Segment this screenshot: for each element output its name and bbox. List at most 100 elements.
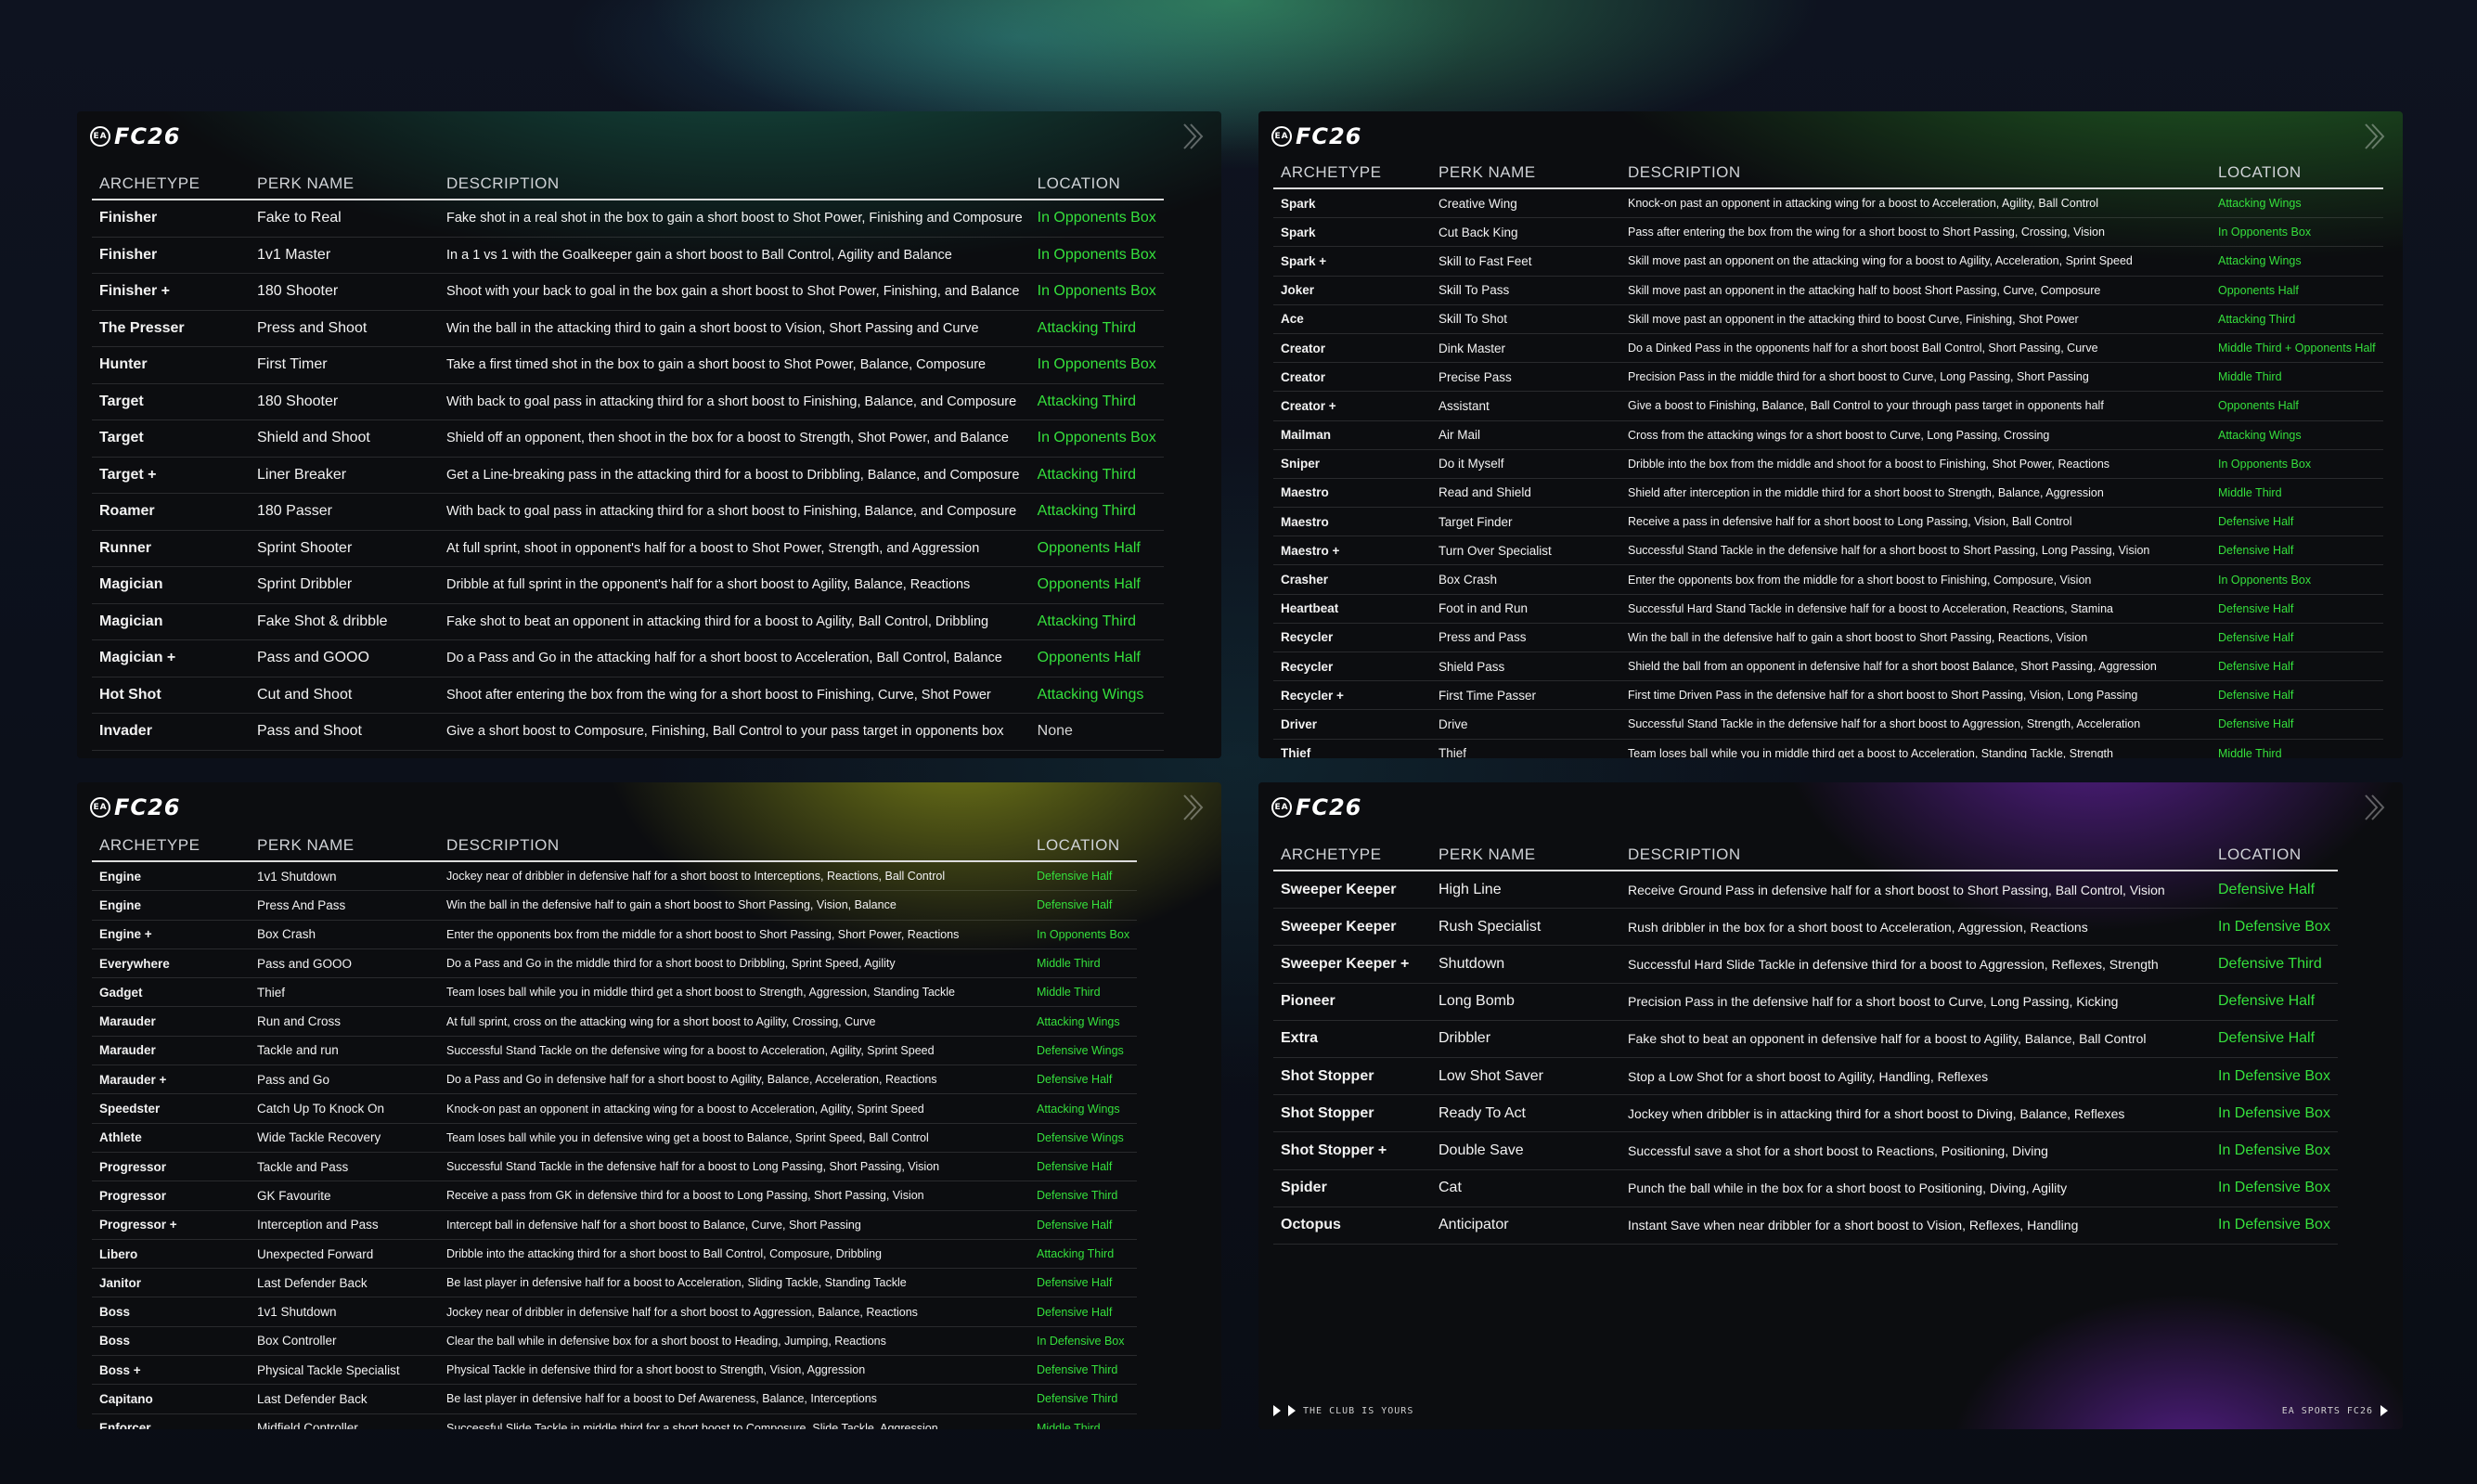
table-row: Ace Skill To Shot Skill move past an oppon… xyxy=(1273,304,2383,334)
table-header: ARCHETYPE PERK NAME DESCRIPTION LOCATION xyxy=(92,836,1138,862)
description-cell: Successful save a shot for a short boost… xyxy=(1620,1131,2211,1170)
archetype-cell: Target xyxy=(92,383,250,420)
archetype-cell: Maestro xyxy=(1273,507,1431,537)
archetype-cell: Progressor xyxy=(92,1152,250,1182)
perk-name-cell: Assistant xyxy=(1431,391,1620,421)
location-cell: Opponents Half xyxy=(2211,391,2383,421)
ea-badge-icon: EA xyxy=(90,126,110,147)
location-cell: Attacking Third xyxy=(1029,603,1164,640)
archetype-cell: Spark + xyxy=(1273,246,1431,277)
location-cell: Defensive Half xyxy=(1029,1152,1138,1182)
perk-name-cell: Sprint Shooter xyxy=(250,530,439,567)
archetype-cell: Spark xyxy=(1273,217,1431,248)
table-row: Maestro Target Finder Receive a pass in de… xyxy=(1273,507,2383,537)
description-cell: Receive a pass in defensive half for a s… xyxy=(1620,507,2211,537)
archetype-cell: Crasher xyxy=(1273,564,1431,595)
table-row: Athlete Wide Tackle Recovery Team loses ba… xyxy=(92,1123,1138,1153)
archetype-cell: Gadget xyxy=(92,977,250,1008)
table-row: Octopus Anticipator Instant Save when near… xyxy=(1273,1207,2338,1245)
description-cell: Knock-on past an opponent in attacking w… xyxy=(439,1093,1029,1124)
header-archetype: ARCHETYPE xyxy=(1273,845,1431,871)
description-cell: Team loses ball while you in middle thir… xyxy=(1620,739,2211,758)
location-cell: Defensive Half xyxy=(2211,594,2383,624)
table-row: Invader Pass and Shoot Give a short boost … xyxy=(92,713,1164,751)
archetype-cell: Athlete xyxy=(92,1123,250,1153)
perk-table: ARCHETYPE PERK NAME DESCRIPTION LOCATION… xyxy=(1273,845,2338,1245)
archetype-cell: Enforcer xyxy=(92,1413,250,1429)
archetype-cell: Roamer xyxy=(92,493,250,531)
description-cell: Receive a pass from GK in defensive thir… xyxy=(439,1181,1029,1211)
archetype-cell: The Presser xyxy=(92,310,250,347)
location-cell: In Defensive Box xyxy=(2211,1057,2338,1096)
archetype-cell: Extra xyxy=(1273,1020,1431,1058)
table-row: Sniper Do it Myself Dribble into the box f… xyxy=(1273,449,2383,479)
perk-name-cell: Cut and Shoot xyxy=(250,677,439,714)
logo-text: FC26 xyxy=(1296,123,1362,149)
location-cell: Attacking Wings xyxy=(2211,420,2383,450)
description-cell: Give a boost to Finishing, Balance, Ball… xyxy=(1620,391,2211,421)
panel-goalkeepers: EA FC26 ARCHETYPE PERK NAME DESCRIPTION … xyxy=(1258,782,2403,1429)
description-cell: Successful Hard Slide Tackle in defensiv… xyxy=(1620,945,2211,984)
logo-text: FC26 xyxy=(1296,794,1362,820)
location-cell: Defensive Half xyxy=(1029,1268,1138,1298)
location-cell: In Opponents Box xyxy=(1029,346,1164,384)
header-perk-name: PERK NAME xyxy=(250,836,439,862)
description-cell: Win the ball in the defensive half to ga… xyxy=(439,890,1029,921)
location-cell: Defensive Wings xyxy=(1029,1123,1138,1153)
perk-name-cell: Last Defender Back xyxy=(250,1268,439,1298)
panel-attackers: EA FC26 ARCHETYPE PERK NAME DESCRIPTION … xyxy=(77,111,1221,758)
description-cell: Get a Line-breaking pass in the attackin… xyxy=(439,457,1030,494)
table-row: Capitano Last Defender Back Be last player… xyxy=(92,1384,1138,1414)
location-cell: Defensive Half xyxy=(2211,983,2338,1021)
location-cell: Defensive Half xyxy=(1029,1210,1138,1240)
description-cell: Rush dribbler in the box for a short boo… xyxy=(1620,908,2211,947)
archetype-cell: Creator + xyxy=(1273,391,1431,421)
description-cell: Cross from the attacking wings for a sho… xyxy=(1620,420,2211,450)
table-row: Libero Unexpected Forward Dribble into the… xyxy=(92,1239,1138,1270)
archetype-cell: Speedster xyxy=(92,1093,250,1124)
header-archetype: ARCHETYPE xyxy=(92,174,250,200)
perk-name-cell: 180 Shooter xyxy=(250,273,439,311)
table-row: Enforcer Midfield Controller Successful Sl… xyxy=(92,1413,1138,1429)
archetype-cell: Everywhere xyxy=(92,948,250,979)
table-row: Target + Liner Breaker Get a Line-breaking… xyxy=(92,457,1164,494)
perk-name-cell: Precise Pass xyxy=(1431,362,1620,393)
perk-name-cell: Last Defender Back xyxy=(250,1384,439,1414)
table-row: Janitor Last Defender Back Be last player … xyxy=(92,1268,1138,1298)
description-cell: Dribble into the box from the middle and… xyxy=(1620,449,2211,479)
location-cell: Attacking Wings xyxy=(2211,246,2383,277)
description-cell: Precision Pass in the defensive half for… xyxy=(1620,983,2211,1021)
location-cell: Middle Third xyxy=(1029,1413,1138,1429)
table-row: Speedster Catch Up To Knock On Knock-on pa… xyxy=(92,1093,1138,1124)
header-description: DESCRIPTION xyxy=(1620,845,2211,871)
table-row: Engine 1v1 Shutdown Jockey near of dribble… xyxy=(92,861,1138,892)
description-cell: Successful Stand Tackle in the defensive… xyxy=(439,1152,1029,1182)
table-header: ARCHETYPE PERK NAME DESCRIPTION LOCATION xyxy=(1273,163,2383,189)
location-cell: Attacking Wings xyxy=(1029,677,1164,714)
table-row: Shot Stopper Ready To Act Jockey when drib… xyxy=(1273,1094,2338,1133)
perk-name-cell: 1v1 Shutdown xyxy=(250,1297,439,1327)
table-header: ARCHETYPE PERK NAME DESCRIPTION LOCATION xyxy=(1273,845,2338,871)
perk-name-cell: High Line xyxy=(1431,871,1620,910)
perk-table: ARCHETYPE PERK NAME DESCRIPTION LOCATION… xyxy=(92,836,1138,1429)
panel-midfielders: EA FC26 ARCHETYPE PERK NAME DESCRIPTION … xyxy=(1258,111,2403,758)
location-cell: Defensive Half xyxy=(2211,680,2383,711)
description-cell: Jockey when dribbler is in attacking thi… xyxy=(1620,1094,2211,1133)
footer-right-text: EA SPORTS FC26 xyxy=(2281,1405,2373,1416)
location-cell: Defensive Half xyxy=(2211,507,2383,537)
location-cell: Defensive Third xyxy=(1029,1384,1138,1414)
perk-name-cell: Drive xyxy=(1431,709,1620,740)
perk-name-cell: Wide Tackle Recovery xyxy=(250,1123,439,1153)
perk-name-cell: Box Crash xyxy=(250,920,439,949)
description-cell: Skill move past an opponent in the attac… xyxy=(1620,304,2211,334)
description-cell: Successful Slide Tackle in middle third … xyxy=(439,1413,1029,1429)
description-cell: Take a first timed shot in the box to ga… xyxy=(439,346,1030,384)
chevron-right-icon xyxy=(1183,123,1204,149)
perk-name-cell: Physical Tackle Specialist xyxy=(250,1355,439,1386)
logo-text: FC26 xyxy=(114,123,181,149)
location-cell: Attacking Third xyxy=(1029,493,1164,531)
description-cell: Dribble into the attacking third for a s… xyxy=(439,1239,1029,1270)
location-cell: Defensive Half xyxy=(1029,890,1138,921)
table-row: Boss Box Controller Clear the ball while i… xyxy=(92,1326,1138,1357)
archetype-cell: Hunter xyxy=(92,346,250,384)
